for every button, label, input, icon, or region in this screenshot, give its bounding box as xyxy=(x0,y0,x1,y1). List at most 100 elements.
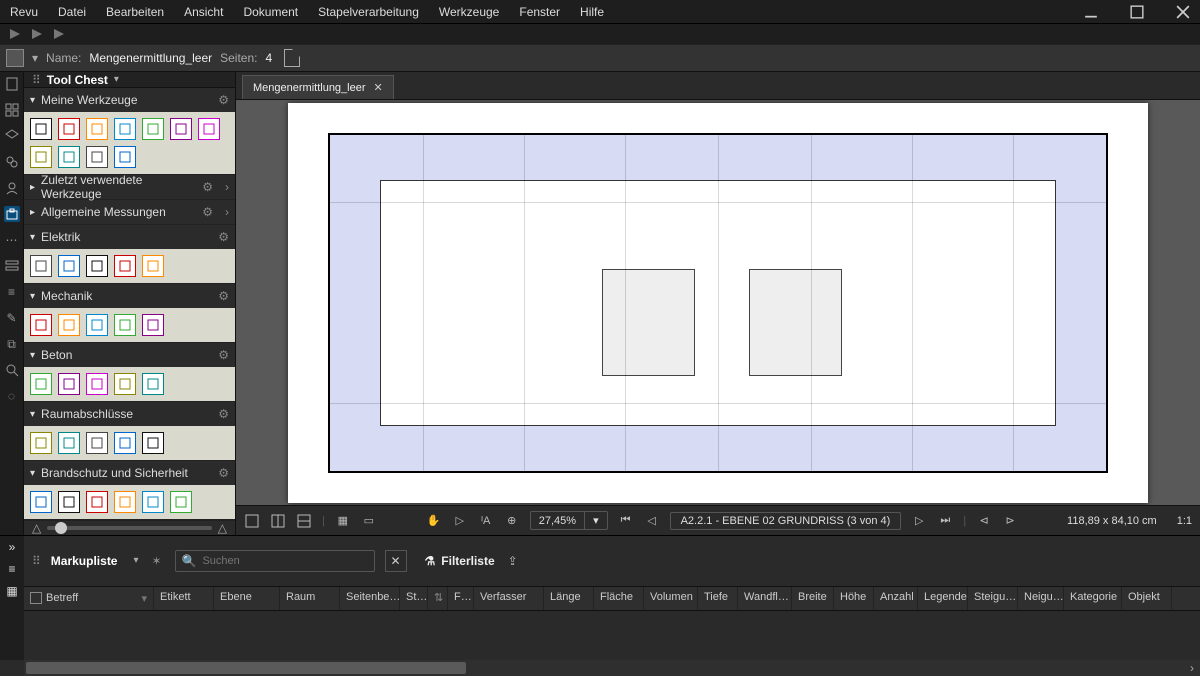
split-v-icon[interactable] xyxy=(270,513,286,529)
qa-tool-2-icon[interactable] xyxy=(30,27,44,41)
zoom-icon[interactable]: ⊕ xyxy=(504,513,520,529)
bottom-rail-measure-icon[interactable]: ▦ xyxy=(6,584,17,598)
tool-item[interactable] xyxy=(170,491,192,513)
tool-section-header[interactable]: ▾Beton⚙ xyxy=(24,343,235,367)
tool-section-header[interactable]: ▸Zuletzt verwendete Werkzeuge⚙› xyxy=(24,175,235,199)
chevron-right-icon[interactable]: ▸ xyxy=(30,182,35,193)
tool-section-header[interactable]: ▾Elektrik⚙ xyxy=(24,225,235,249)
tool-item[interactable] xyxy=(114,146,136,168)
menu-ansicht[interactable]: Ansicht xyxy=(184,5,223,19)
tool-item[interactable] xyxy=(114,255,136,277)
chevron-down-icon[interactable]: ▾ xyxy=(141,592,147,605)
rail-search-icon[interactable] xyxy=(4,362,20,378)
menu-bearbeiten[interactable]: Bearbeiten xyxy=(106,5,164,19)
tool-size-slider[interactable] xyxy=(47,526,212,530)
column-header[interactable]: Fläche xyxy=(594,587,644,610)
tool-item[interactable] xyxy=(86,255,108,277)
minimize-icon[interactable] xyxy=(1084,5,1098,19)
tool-item[interactable] xyxy=(114,314,136,336)
tool-section-header[interactable]: ▾Meine Werkzeuge⚙ xyxy=(24,88,235,112)
rail-edit-icon[interactable]: ✎ xyxy=(4,310,20,326)
qa-tool-1-icon[interactable] xyxy=(8,27,22,41)
tool-item[interactable] xyxy=(58,491,80,513)
split-h-icon[interactable] xyxy=(296,513,312,529)
tool-item[interactable] xyxy=(30,255,52,277)
column-header[interactable]: St… xyxy=(400,587,428,610)
column-header[interactable]: Länge xyxy=(544,587,594,610)
scrollbar-thumb[interactable] xyxy=(26,662,466,674)
column-header[interactable]: Tiefe xyxy=(698,587,738,610)
menu-fenster[interactable]: Fenster xyxy=(519,5,560,19)
chevron-down-icon[interactable]: ▾ xyxy=(30,409,35,420)
rail-placeholder-2-icon[interactable]: ≡ xyxy=(4,284,20,300)
chevron-down-icon[interactable]: ▾ xyxy=(30,232,35,243)
tool-item[interactable] xyxy=(142,432,164,454)
menu-hilfe[interactable]: Hilfe xyxy=(580,5,604,19)
tool-item[interactable] xyxy=(86,314,108,336)
tool-item[interactable] xyxy=(114,118,136,140)
tool-chest-header[interactable]: ⠿ Tool Chest ▾ xyxy=(24,72,235,88)
rail-placeholder-3-icon[interactable]: ⧉ xyxy=(4,336,20,352)
horizontal-scrollbar[interactable]: ‹ › xyxy=(24,660,1200,676)
tool-item[interactable] xyxy=(170,118,192,140)
column-header[interactable]: Etikett xyxy=(154,587,214,610)
tool-item[interactable] xyxy=(58,373,80,395)
chevron-down-icon[interactable]: ▾ xyxy=(133,555,138,566)
tool-item[interactable] xyxy=(30,146,52,168)
rail-properties-icon[interactable] xyxy=(4,258,20,274)
chevron-down-icon[interactable]: ▾ xyxy=(32,51,38,65)
gear-icon[interactable]: ⚙ xyxy=(218,93,229,107)
column-header[interactable]: Steigu… xyxy=(968,587,1018,610)
tool-item[interactable] xyxy=(114,432,136,454)
column-header[interactable]: Anzahl xyxy=(874,587,918,610)
tab-close-icon[interactable]: ✕ xyxy=(374,81,383,94)
column-header[interactable]: Betreff▾ xyxy=(24,587,154,610)
column-header[interactable]: Wandfl… xyxy=(738,587,792,610)
menu-dokument[interactable]: Dokument xyxy=(243,5,298,19)
rail-layers-icon[interactable] xyxy=(4,128,20,144)
page-icon[interactable] xyxy=(284,49,300,67)
checkbox-icon[interactable] xyxy=(30,592,42,604)
export-icon[interactable]: ⇪ xyxy=(505,553,521,569)
prev-page-icon[interactable]: ◁ xyxy=(644,513,660,529)
column-header[interactable]: Breite xyxy=(792,587,834,610)
tool-item[interactable] xyxy=(58,146,80,168)
tool-item[interactable] xyxy=(58,118,80,140)
tool-item[interactable] xyxy=(142,373,164,395)
tool-item[interactable] xyxy=(58,255,80,277)
tool-item[interactable] xyxy=(30,314,52,336)
qa-tool-3-icon[interactable] xyxy=(52,27,66,41)
page-label[interactable]: A2.2.1 - EBENE 02 GRUNDRISS (3 von 4) xyxy=(670,512,902,530)
search-input[interactable] xyxy=(202,555,367,567)
tool-item[interactable] xyxy=(30,491,52,513)
bottom-rail-arrow-icon[interactable]: » xyxy=(9,540,16,554)
chevron-down-icon[interactable]: ▾ xyxy=(30,350,35,361)
tool-item[interactable] xyxy=(86,118,108,140)
nav-back-icon[interactable]: ⊲ xyxy=(976,513,992,529)
column-header[interactable]: Volumen xyxy=(644,587,698,610)
chevron-right-icon[interactable]: ▸ xyxy=(30,207,35,218)
tool-item[interactable] xyxy=(86,491,108,513)
menu-datei[interactable]: Datei xyxy=(58,5,86,19)
menu-revu[interactable]: Revu xyxy=(10,5,38,19)
tool-section-header[interactable]: ▾Mechanik⚙ xyxy=(24,284,235,308)
rail-thumbs-icon[interactable] xyxy=(4,102,20,118)
gear-icon[interactable]: ⚙ xyxy=(218,407,229,421)
tool-item[interactable] xyxy=(30,118,52,140)
menu-stapel[interactable]: Stapelverarbeitung xyxy=(318,5,419,19)
tool-item[interactable] xyxy=(114,491,136,513)
document-canvas[interactable] xyxy=(236,100,1200,505)
pan-icon[interactable]: ✋ xyxy=(426,513,442,529)
rail-file-icon[interactable] xyxy=(4,76,20,92)
tool-section-header[interactable]: ▾Raumabschlüsse⚙ xyxy=(24,402,235,426)
column-header[interactable]: Objekt xyxy=(1122,587,1172,610)
gear-icon[interactable]: ⚙ xyxy=(202,205,213,219)
sort-icon[interactable]: ⇅ xyxy=(434,592,443,604)
fit-page-icon[interactable]: ▦ xyxy=(335,513,351,529)
gear-icon[interactable]: ⚙ xyxy=(218,230,229,244)
gear-icon[interactable]: ⚙ xyxy=(218,348,229,362)
chevron-down-icon[interactable]: ▾ xyxy=(30,95,35,106)
tool-item[interactable] xyxy=(114,373,136,395)
column-header[interactable]: Verfasser xyxy=(474,587,544,610)
nav-fwd-icon[interactable]: ⊳ xyxy=(1002,513,1018,529)
